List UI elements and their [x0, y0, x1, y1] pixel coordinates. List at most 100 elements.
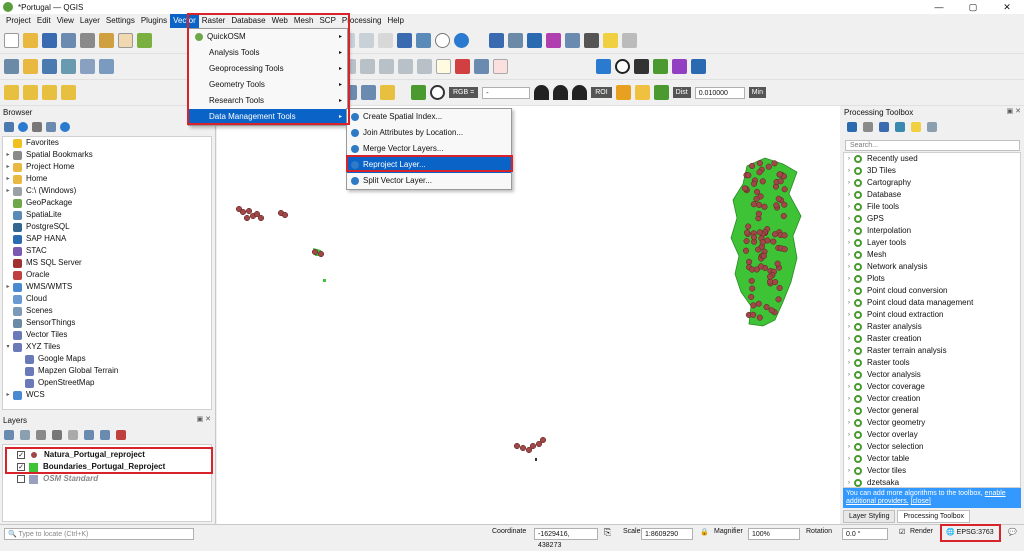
browser-item[interactable]: Mapzen Global Terrain	[3, 365, 211, 377]
vector-menu-item[interactable]: QuickOSM ▸	[189, 29, 347, 45]
expand-arrow-icon[interactable]: ›	[844, 237, 854, 249]
filter-expression-icon[interactable]	[68, 430, 78, 440]
expand-arrow-icon[interactable]: ›	[844, 249, 854, 261]
scale-field[interactable]: 1:8609290	[641, 528, 693, 540]
network-icon[interactable]	[672, 59, 687, 74]
processing-group[interactable]: › Mesh	[844, 249, 1020, 261]
filter-icon[interactable]	[32, 122, 42, 132]
processing-group[interactable]: › dzetsaka	[844, 477, 1020, 487]
save-as-icon[interactable]	[61, 33, 76, 48]
expand-arrow-icon[interactable]: ▸	[3, 281, 13, 293]
expand-arrow-icon[interactable]: ▸	[3, 149, 13, 161]
pan-to-selection-icon[interactable]	[137, 33, 152, 48]
processing-group[interactable]: › Vector geometry	[844, 417, 1020, 429]
processing-group[interactable]: › Vector analysis	[844, 369, 1020, 381]
vector-menu-item[interactable]: Geoprocessing Tools ▸	[189, 61, 347, 77]
python-console-icon[interactable]	[596, 59, 611, 74]
add-csv-icon[interactable]	[80, 59, 95, 74]
magnifier-field[interactable]: 100%	[748, 528, 800, 540]
menu-processing[interactable]: Processing	[339, 14, 385, 28]
layer-visibility-checkbox[interactable]	[17, 475, 25, 483]
processing-group[interactable]: › Vector coverage	[844, 381, 1020, 393]
messages-icon[interactable]: 💬	[1008, 528, 1017, 536]
label-abc-icon[interactable]	[436, 59, 451, 74]
browser-item[interactable]: STAC	[3, 245, 211, 257]
scp-classify-icon[interactable]	[653, 85, 669, 100]
data-management-item[interactable]: Join Attributes by Location...	[347, 125, 511, 141]
processing-group[interactable]: › Raster creation	[844, 333, 1020, 345]
expand-arrow-icon[interactable]: ›	[844, 153, 854, 165]
map-tips-icon[interactable]	[603, 33, 618, 48]
menu-edit[interactable]: Edit	[34, 14, 54, 28]
crs-button[interactable]: 🌐 EPSG:3763	[946, 528, 994, 536]
expand-arrow-icon[interactable]: ›	[844, 333, 854, 345]
zoom-next-icon[interactable]	[359, 33, 374, 48]
identify-icon[interactable]	[489, 33, 504, 48]
browser-item[interactable]: ▸ WCS	[3, 389, 211, 401]
browser-item[interactable]: PostgreSQL	[3, 221, 211, 233]
browser-item[interactable]: SAP HANA	[3, 233, 211, 245]
expand-arrow-icon[interactable]: ›	[844, 189, 854, 201]
label-highlight-icon[interactable]	[493, 59, 508, 74]
browser-item[interactable]: ▾ XYZ Tiles	[3, 341, 211, 353]
close-info-link[interactable]: [close]	[911, 498, 931, 505]
menu-settings[interactable]: Settings	[103, 14, 138, 28]
processing-group[interactable]: › Point cloud data management	[844, 297, 1020, 309]
processing-group[interactable]: › Raster tools	[844, 357, 1020, 369]
render-checkbox[interactable]: ☑	[899, 528, 905, 536]
select-features-icon[interactable]	[4, 85, 19, 100]
tools-icon[interactable]	[634, 59, 649, 74]
layers-float-close-icon[interactable]: ▣ ✕	[197, 415, 211, 423]
processing-group[interactable]: › Vector tiles	[844, 465, 1020, 477]
vector-menu-item[interactable]: Research Tools ▸	[189, 93, 347, 109]
expand-arrow-icon[interactable]: ›	[844, 213, 854, 225]
processing-group[interactable]: › Vector overlay	[844, 429, 1020, 441]
menu-web[interactable]: Web	[269, 14, 291, 28]
new-geopackage-icon[interactable]	[23, 59, 38, 74]
browser-item[interactable]: ▸ Spatial Bookmarks	[3, 149, 211, 161]
expand-arrow-icon[interactable]: ›	[844, 453, 854, 465]
tab-processing-toolbox[interactable]: Processing Toolbox	[897, 510, 971, 523]
deselect-icon[interactable]	[42, 85, 57, 100]
expand-arrow-icon[interactable]: ›	[844, 405, 854, 417]
layer-visibility-checkbox[interactable]: ✓	[17, 463, 25, 471]
delete-selected-icon[interactable]	[360, 59, 375, 74]
processing-float-close-icon[interactable]: ▣ ✕	[1007, 107, 1021, 115]
extents-toggle-icon[interactable]: ⎘	[604, 527, 611, 538]
coordinate-field[interactable]: -1629416, 438273	[534, 528, 598, 549]
undo-icon[interactable]	[398, 59, 413, 74]
processing-group[interactable]: › Layer tools	[844, 237, 1020, 249]
processing-group[interactable]: › Point cloud conversion	[844, 285, 1020, 297]
menu-view[interactable]: View	[54, 14, 77, 28]
roi-label[interactable]: ROI	[591, 87, 612, 98]
zoom-input-icon[interactable]	[430, 85, 445, 100]
label-pin-icon[interactable]	[455, 59, 470, 74]
browser-item[interactable]: Google Maps	[3, 353, 211, 365]
print-layout-icon[interactable]	[80, 33, 95, 48]
layer-row[interactable]: ✓ Boundaries_Portugal_Reproject	[3, 461, 211, 473]
layer-row[interactable]: ✓ Natura_Portugal_reproject	[3, 449, 211, 461]
browser-item[interactable]: Scenes	[3, 305, 211, 317]
processing-group[interactable]: › Network analysis	[844, 261, 1020, 273]
browser-item[interactable]: Favorites	[3, 137, 211, 149]
roi-auto-icon[interactable]	[572, 85, 588, 100]
processing-group[interactable]: › Raster analysis	[844, 321, 1020, 333]
expand-arrow-icon[interactable]: ›	[844, 381, 854, 393]
html-annotation-icon[interactable]	[361, 85, 376, 100]
expand-arrow-icon[interactable]: ›	[844, 369, 854, 381]
open-project-icon[interactable]	[23, 33, 38, 48]
add-vector-layer-icon[interactable]	[42, 59, 57, 74]
show-bookmarks-icon[interactable]	[416, 33, 431, 48]
models-icon[interactable]	[847, 122, 857, 132]
svg-annotation-icon[interactable]	[380, 85, 395, 100]
expand-arrow-icon[interactable]: ›	[844, 225, 854, 237]
menu-mesh[interactable]: Mesh	[291, 14, 317, 28]
processing-group[interactable]: › Vector table	[844, 453, 1020, 465]
remove-layer-icon[interactable]	[116, 430, 126, 440]
processing-group[interactable]: › Plots	[844, 273, 1020, 285]
menu-raster[interactable]: Raster	[199, 14, 229, 28]
edit-features-icon[interactable]	[895, 122, 905, 132]
refresh-browser-icon[interactable]	[18, 122, 28, 132]
locator-search-icon[interactable]	[622, 33, 637, 48]
menu-vector[interactable]: Vector	[170, 14, 199, 28]
